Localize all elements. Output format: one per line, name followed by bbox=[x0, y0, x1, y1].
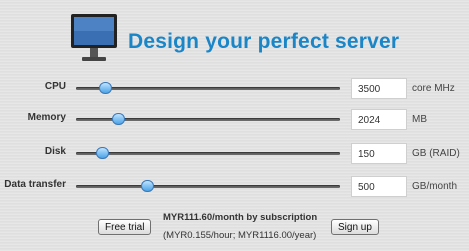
monthly-price: MYR111.60/month by subscription bbox=[163, 212, 318, 223]
cpu-unit: core MHz bbox=[412, 83, 455, 94]
data-transfer-row: Data transfer 500 GB/month bbox=[0, 176, 469, 198]
data-transfer-slider-handle[interactable] bbox=[141, 180, 155, 192]
disk-label: Disk bbox=[44, 146, 66, 157]
data-transfer-label: Data transfer bbox=[4, 179, 66, 190]
disk-row: Disk 150 GB (RAID) bbox=[0, 143, 469, 165]
cpu-slider-track[interactable] bbox=[76, 82, 340, 94]
price-detail: (MYR0.155/hour; MYR1116.00/year) bbox=[163, 230, 317, 241]
memory-slider-handle[interactable] bbox=[112, 113, 126, 125]
monitor-icon bbox=[71, 14, 117, 61]
cpu-slider-handle[interactable] bbox=[99, 82, 113, 94]
cpu-row: CPU 3500 core MHz bbox=[0, 78, 469, 100]
memory-slider-track[interactable] bbox=[76, 113, 340, 125]
memory-row: Memory 2024 MB bbox=[0, 109, 469, 131]
disk-slider-handle[interactable] bbox=[96, 147, 110, 159]
memory-unit: MB bbox=[412, 114, 427, 125]
disk-unit: GB (RAID) bbox=[412, 148, 460, 159]
page-title: Design your perfect server bbox=[128, 30, 400, 53]
free-trial-button[interactable]: Free trial bbox=[98, 219, 152, 235]
memory-label: Memory bbox=[27, 112, 66, 123]
sign-up-button[interactable]: Sign up bbox=[331, 219, 379, 235]
cpu-input[interactable]: 3500 bbox=[351, 78, 407, 99]
server-configurator: Design your perfect server CPU 3500 core… bbox=[0, 0, 469, 251]
data-transfer-input[interactable]: 500 bbox=[351, 176, 407, 197]
memory-input[interactable]: 2024 bbox=[351, 109, 407, 130]
data-transfer-unit: GB/month bbox=[412, 181, 458, 192]
cpu-label: CPU bbox=[44, 81, 66, 92]
disk-input[interactable]: 150 bbox=[351, 143, 407, 164]
disk-slider-track[interactable] bbox=[76, 147, 340, 159]
data-transfer-slider-track[interactable] bbox=[76, 180, 340, 192]
